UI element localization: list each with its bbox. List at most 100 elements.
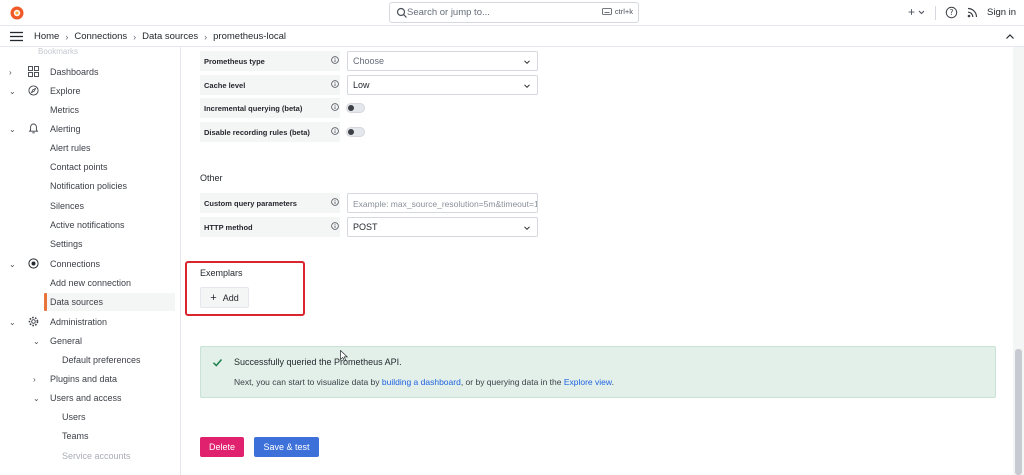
- toggle-knob: [348, 129, 354, 135]
- sidebar-item-alert-rules[interactable]: Alert rules: [0, 139, 180, 157]
- active-indicator: [44, 293, 47, 311]
- prometheus-type-select[interactable]: Choose: [347, 51, 538, 71]
- info-icon[interactable]: [331, 127, 339, 135]
- select-value: Low: [353, 80, 370, 90]
- sidebar-item-connections[interactable]: ⌄ Connections: [0, 255, 180, 273]
- sidebar-item-service-accounts[interactable]: Service accounts: [0, 447, 180, 465]
- sidebar-item-users-and-access[interactable]: ⌄ Users and access: [0, 389, 180, 407]
- shortcut-text: ctrl+k: [614, 7, 633, 16]
- keyboard-icon: [601, 8, 612, 15]
- grid-icon: [28, 66, 39, 77]
- sidebar-item-alerting[interactable]: ⌄ Alerting: [0, 120, 180, 138]
- breadcrumb-connections[interactable]: Connections: [74, 31, 127, 42]
- sidebar-item-general[interactable]: ⌄ General: [0, 332, 180, 350]
- sidebar-item-label: Administration: [50, 317, 108, 327]
- sidebar-item-plugins-and-data[interactable]: › Plugins and data: [0, 370, 180, 388]
- chevron-down-icon: [524, 84, 530, 89]
- sidebar-item-label: Teams: [62, 431, 89, 441]
- success-alert: Successfully queried the Prometheus API.…: [200, 346, 996, 398]
- sidebar-item-explore[interactable]: ⌄ Explore: [0, 82, 180, 100]
- info-icon[interactable]: [331, 56, 339, 64]
- chevron-right-icon[interactable]: ›: [33, 375, 41, 384]
- help-icon[interactable]: ?: [945, 6, 958, 19]
- sidebar-item-active-notifications[interactable]: Active notifications: [0, 216, 180, 234]
- delete-button[interactable]: Delete: [200, 437, 244, 457]
- chevron-down-icon[interactable]: ⌄: [9, 125, 17, 134]
- sidebar-item-default-preferences[interactable]: Default preferences: [0, 351, 180, 369]
- chevron-down-icon[interactable]: ⌄: [9, 318, 17, 327]
- field-label: Cache level: [200, 75, 340, 95]
- chevron-right-icon[interactable]: ›: [9, 68, 17, 77]
- sidebar-item-label: Alert rules: [50, 143, 91, 153]
- grafana-logo-icon[interactable]: [9, 5, 25, 21]
- sign-in-link[interactable]: Sign in: [987, 7, 1016, 18]
- info-icon[interactable]: [331, 198, 339, 206]
- field-label: HTTP method: [200, 217, 340, 237]
- breadcrumb: Home › Connections › Data sources › prom…: [34, 31, 286, 42]
- sidebar-item-label: Alerting: [50, 124, 81, 134]
- sidebar: Bookmarks › Dashboards ⌄ Explore Metrics…: [0, 47, 181, 475]
- cache-level-select[interactable]: Low: [347, 75, 538, 95]
- button-label: Add: [222, 292, 239, 303]
- sidebar-item-add-new-connection[interactable]: Add new connection: [0, 274, 180, 292]
- mouse-cursor-icon: [340, 350, 348, 362]
- plus-icon: +: [210, 291, 217, 304]
- sidebar-item-metrics[interactable]: Metrics: [0, 101, 180, 119]
- divider: [935, 6, 936, 20]
- sidebar-item-users[interactable]: Users: [0, 408, 180, 426]
- chevron-down-icon[interactable]: ⌄: [9, 87, 17, 96]
- select-value: POST: [353, 222, 378, 232]
- sidebar-item-bookmarks[interactable]: Bookmarks: [38, 47, 78, 56]
- sidebar-item-administration[interactable]: ⌄ Administration: [0, 313, 180, 331]
- top-bar: Search or jump to... ctrl+k + ? Sign in: [0, 0, 1024, 26]
- disable-recording-rules-toggle[interactable]: [346, 127, 365, 137]
- chevron-right-icon: ›: [204, 31, 208, 42]
- sidebar-item-teams[interactable]: Teams: [0, 427, 180, 445]
- sidebar-item-label: Add new connection: [50, 278, 132, 288]
- scrollbar-thumb[interactable]: [1015, 349, 1022, 475]
- rss-icon[interactable]: [967, 7, 978, 18]
- sidebar-item-settings[interactable]: Settings: [0, 235, 180, 253]
- sidebar-item-label: Notification policies: [50, 181, 128, 191]
- sidebar-item-label: Settings: [50, 239, 83, 249]
- search-input[interactable]: Search or jump to... ctrl+k: [389, 2, 639, 23]
- section-title-exemplars: Exemplars: [200, 268, 243, 278]
- plus-icon: +: [908, 5, 916, 19]
- sidebar-item-label: Plugins and data: [50, 374, 118, 384]
- chevron-right-icon: ›: [133, 31, 137, 42]
- chevron-down-icon[interactable]: ⌄: [9, 260, 17, 269]
- sidebar-item-contact-points[interactable]: Contact points: [0, 158, 180, 176]
- chevron-down-icon: [524, 60, 530, 65]
- check-icon: [212, 359, 223, 367]
- chevron-down-icon[interactable]: ⌄: [33, 394, 41, 403]
- connections-icon: [28, 258, 39, 269]
- chevron-down-icon[interactable]: ⌄: [33, 337, 41, 346]
- custom-query-parameters-input[interactable]: Example: max_source_resolution=5m&timeou…: [347, 193, 538, 213]
- building-dashboard-link[interactable]: building a dashboard: [382, 377, 461, 387]
- sidebar-item-label: Default preferences: [62, 355, 141, 365]
- sidebar-item-notification-policies[interactable]: Notification policies: [0, 177, 180, 195]
- field-label: Disable recording rules (beta): [200, 122, 340, 142]
- chevron-up-icon[interactable]: [1005, 32, 1015, 42]
- info-icon[interactable]: [331, 80, 339, 88]
- save-test-button[interactable]: Save & test: [254, 437, 319, 457]
- info-icon[interactable]: [331, 103, 339, 111]
- explore-view-link[interactable]: Explore view: [564, 377, 612, 387]
- sidebar-item-silences[interactable]: Silences: [0, 197, 180, 215]
- sidebar-item-label: Users: [62, 412, 86, 422]
- info-icon[interactable]: [331, 222, 339, 230]
- sidebar-item-label: Silences: [50, 201, 85, 211]
- new-menu-button[interactable]: +: [908, 5, 925, 19]
- breadcrumb-home[interactable]: Home: [34, 31, 59, 42]
- menu-icon[interactable]: [10, 31, 23, 42]
- sidebar-item-dashboards[interactable]: › Dashboards: [0, 63, 180, 81]
- svg-text:?: ?: [950, 8, 954, 17]
- incremental-querying-toggle[interactable]: [346, 103, 365, 113]
- compass-icon: [28, 85, 39, 96]
- sidebar-item-data-sources[interactable]: Data sources: [44, 293, 175, 311]
- add-exemplar-button[interactable]: + Add: [200, 287, 249, 308]
- breadcrumb-data-sources[interactable]: Data sources: [142, 31, 198, 42]
- chevron-down-icon: [524, 226, 530, 231]
- breadcrumb-bar: Home › Connections › Data sources › prom…: [0, 26, 1024, 47]
- http-method-select[interactable]: POST: [347, 217, 538, 237]
